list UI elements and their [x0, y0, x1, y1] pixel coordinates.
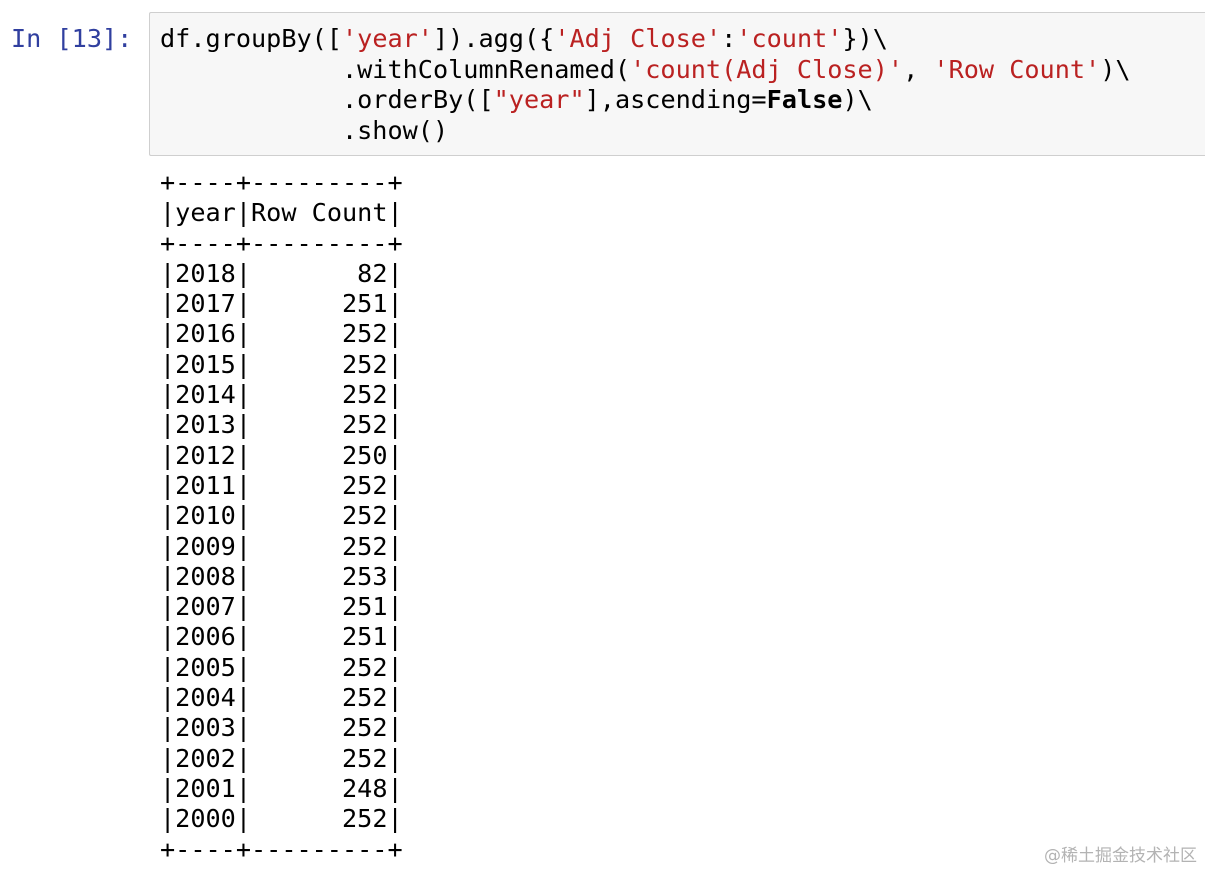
- table-cell-row-count: 252: [342, 349, 388, 379]
- code-token: ,: [903, 54, 934, 84]
- table-cell-row-count: 252: [342, 531, 388, 561]
- code-token: ],ascending=: [584, 85, 767, 115]
- table-cell-year: 2017: [175, 289, 236, 319]
- table-row: |2014| 252|: [160, 380, 403, 410]
- code-editor[interactable]: df.groupBy(['year']).agg({'Adj Close':'c…: [160, 24, 1131, 146]
- table-row: |2018| 82|: [160, 258, 403, 288]
- code-string-token: 'Row Count': [933, 54, 1101, 84]
- table-cell-year: 2013: [175, 410, 236, 440]
- table-row: |2012| 250|: [160, 440, 403, 470]
- code-string-token: 'count(Adj Close)': [630, 54, 904, 84]
- code-string-token: 'year': [341, 24, 433, 53]
- code-token: )\: [1100, 54, 1131, 84]
- table-cell-year: 2010: [175, 501, 236, 531]
- table-row: |2009| 252|: [160, 531, 403, 561]
- table-row: |2010| 252|: [160, 501, 403, 531]
- table-row: |2005| 252|: [160, 652, 403, 682]
- table-cell-year: 2012: [175, 440, 236, 470]
- code-token: df.groupBy([: [160, 24, 342, 53]
- table-cell-row-count: 251: [342, 592, 388, 622]
- table-cell-year: 2006: [175, 622, 236, 652]
- code-token: )\: [842, 85, 873, 115]
- table-cell-row-count: 248: [342, 773, 388, 803]
- table-row: |2013| 252|: [160, 410, 403, 440]
- table-cell-row-count: 250: [342, 440, 388, 470]
- table-cell-row-count: 252: [342, 470, 388, 500]
- code-line: .orderBy(["year"],ascending=False)\: [160, 85, 1131, 116]
- table-cell-row-count: 252: [342, 380, 388, 410]
- table-cell-year: 2011: [175, 470, 236, 500]
- table-cell-year: 2014: [175, 380, 236, 410]
- table-cell-row-count: 252: [342, 743, 388, 773]
- table-cell-year: 2016: [175, 319, 236, 349]
- cell-output: +----+---------+ |year|Row Count| +----+--…: [160, 168, 403, 865]
- code-token: ]).agg({: [432, 24, 555, 53]
- table-cell-year: 2002: [175, 743, 236, 773]
- table-cell-row-count: 82: [357, 258, 388, 288]
- table-border: +----+---------+: [160, 834, 403, 864]
- table-cell-year: 2005: [175, 652, 236, 682]
- table-cell-year: 2007: [175, 592, 236, 622]
- table-row: |2004| 252|: [160, 683, 403, 713]
- table-row: |2007| 251|: [160, 592, 403, 622]
- table-border: +----+---------+: [160, 168, 403, 197]
- input-prompt: In [13]:: [11, 24, 133, 53]
- code-string-token: 'count': [736, 24, 843, 53]
- table-row: |2015| 252|: [160, 349, 403, 379]
- table-cell-row-count: 251: [342, 289, 388, 319]
- table-header-row: |year|Row Count|: [160, 198, 403, 228]
- table-row: |2011| 252|: [160, 470, 403, 500]
- table-row: |2003| 252|: [160, 713, 403, 743]
- table-cell-year: 2009: [175, 531, 236, 561]
- table-cell-row-count: 252: [342, 501, 388, 531]
- code-string-token: "year": [493, 85, 585, 115]
- table-cell-row-count: 253: [342, 561, 388, 591]
- code-line: .show(): [160, 116, 1131, 147]
- table-row: |2017| 251|: [160, 289, 403, 319]
- code-token: .show(): [160, 115, 449, 145]
- table-cell-row-count: 252: [342, 804, 388, 834]
- watermark: @稀土掘金技术社区: [1044, 846, 1197, 866]
- table-cell-year: 2018: [175, 258, 236, 288]
- table-row: |2000| 252|: [160, 804, 403, 834]
- table-cell-row-count: 252: [342, 410, 388, 440]
- table-row: |2008| 253|: [160, 561, 403, 591]
- table-header-year: year: [175, 198, 236, 228]
- table-border: +----+---------+: [160, 228, 403, 258]
- code-token: :: [721, 24, 737, 53]
- code-keyword-token: False: [766, 85, 843, 115]
- table-cell-row-count: 252: [342, 683, 388, 713]
- code-token: .orderBy([: [160, 85, 494, 115]
- table-row: |2006| 251|: [160, 622, 403, 652]
- table-cell-row-count: 252: [342, 319, 388, 349]
- table-cell-row-count: 252: [342, 713, 388, 743]
- table-cell-year: 2004: [175, 683, 236, 713]
- code-token: })\: [842, 24, 888, 53]
- table-cell-row-count: 251: [342, 622, 388, 652]
- code-line: .withColumnRenamed('count(Adj Close)', '…: [160, 55, 1131, 86]
- table-row: |2002| 252|: [160, 743, 403, 773]
- code-line: df.groupBy(['year']).agg({'Adj Close':'c…: [160, 24, 1131, 55]
- table-header-row-count: Row Count: [251, 198, 388, 228]
- table-row: |2001| 248|: [160, 773, 403, 803]
- table-cell-year: 2001: [175, 773, 236, 803]
- code-string-token: 'Adj Close': [554, 24, 722, 53]
- table-cell-year: 2003: [175, 713, 236, 743]
- table-row: |2016| 252|: [160, 319, 403, 349]
- table-cell-row-count: 252: [342, 652, 388, 682]
- code-token: .withColumnRenamed(: [160, 54, 631, 84]
- table-cell-year: 2008: [175, 561, 236, 591]
- table-cell-year: 2000: [175, 804, 236, 834]
- table-cell-year: 2015: [175, 349, 236, 379]
